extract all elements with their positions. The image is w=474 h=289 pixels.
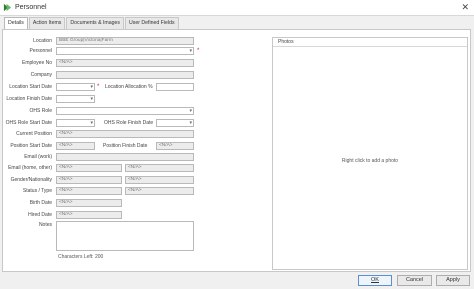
ok-button-label: OK bbox=[371, 277, 379, 283]
notes-label: Notes bbox=[38, 222, 52, 228]
hired-date-label: Hired Date bbox=[28, 212, 52, 218]
current-position-field[interactable]: <N/A> bbox=[56, 130, 194, 138]
location-allocation-field[interactable] bbox=[156, 83, 194, 91]
photos-header: Photos bbox=[273, 38, 467, 47]
email-other-field[interactable]: <N/A> bbox=[125, 164, 194, 172]
location-start-date-label: Location Start Date bbox=[9, 84, 52, 90]
personnel-label: Personnel bbox=[29, 48, 52, 54]
type-field[interactable]: <N/A> bbox=[125, 187, 194, 195]
location-finish-date-label: Location Finish Date bbox=[6, 96, 52, 102]
personnel-select[interactable]: ▾ bbox=[56, 47, 194, 55]
cancel-button[interactable]: Cancel bbox=[397, 275, 432, 286]
birth-date-field[interactable]: <N/A> bbox=[56, 199, 122, 207]
chevron-down-icon: ▾ bbox=[90, 84, 93, 90]
photos-panel[interactable]: Photos Right click to add a photo bbox=[272, 37, 468, 270]
characters-left-text: Characters Left: 200 bbox=[58, 254, 104, 260]
ohs-role-label: OHS Role bbox=[29, 108, 52, 114]
employee-no-field[interactable]: <N/A> bbox=[56, 59, 194, 67]
gender-nationality-label: Gender/Nationality bbox=[10, 177, 52, 183]
app-logo-icon bbox=[3, 3, 12, 12]
tab-strip: Details Action Items Documents & Images … bbox=[4, 17, 180, 30]
location-field[interactable]: BBE Group|Victoria|Farm bbox=[56, 37, 194, 45]
employee-no-label: Employee No bbox=[21, 60, 52, 66]
email-work-field[interactable] bbox=[56, 153, 194, 161]
ohs-role-finish-date-picker[interactable]: ▾ bbox=[156, 119, 194, 127]
position-finish-date-field[interactable]: <N/A> bbox=[156, 142, 194, 150]
email-home-label: Email (home, other) bbox=[8, 165, 52, 171]
apply-button[interactable]: Apply bbox=[436, 275, 470, 286]
required-marker: * bbox=[97, 84, 100, 90]
position-start-date-label: Position Start Date bbox=[10, 143, 52, 149]
chevron-down-icon: ▾ bbox=[189, 120, 192, 126]
email-home-field[interactable]: <N/A> bbox=[56, 164, 122, 172]
required-marker: * bbox=[197, 48, 200, 54]
gender-field[interactable]: <N/A> bbox=[56, 176, 122, 184]
window-title: Personnel bbox=[15, 4, 47, 11]
tab-documents-images[interactable]: Documents & Images bbox=[66, 17, 124, 29]
chevron-down-icon: ▾ bbox=[189, 108, 192, 114]
notes-textarea[interactable] bbox=[56, 221, 194, 251]
email-work-label: Email (work) bbox=[24, 154, 52, 160]
hired-date-field[interactable]: <N/A> bbox=[56, 211, 122, 219]
tab-action-items[interactable]: Action Items bbox=[28, 17, 66, 29]
tab-user-defined-fields[interactable]: User Defined Fields bbox=[125, 17, 179, 29]
location-finish-date-picker[interactable]: ▾ bbox=[56, 95, 95, 103]
position-finish-date-label: Position Finish Date bbox=[103, 143, 148, 149]
title-bar: Personnel ✕ bbox=[0, 0, 474, 16]
company-field[interactable] bbox=[56, 71, 194, 79]
ohs-role-start-date-picker[interactable]: ▾ bbox=[56, 119, 95, 127]
ohs-role-finish-date-label: OHS Role Finish Date bbox=[104, 120, 154, 126]
location-start-date-picker[interactable]: ▾ bbox=[56, 83, 95, 91]
status-field[interactable]: <N/A> bbox=[56, 187, 122, 195]
close-icon[interactable]: ✕ bbox=[461, 2, 469, 12]
status-type-label: Status / Type bbox=[22, 188, 52, 194]
chevron-down-icon: ▾ bbox=[90, 96, 93, 102]
company-label: Company bbox=[30, 72, 52, 78]
location-label: Location bbox=[33, 38, 52, 44]
ohs-role-start-date-label: OHS Role Start Date bbox=[5, 120, 52, 126]
birth-date-label: Birth Date bbox=[29, 200, 52, 206]
location-allocation-label: Location Allocation % bbox=[105, 84, 153, 90]
chevron-down-icon: ▾ bbox=[189, 48, 192, 54]
nationality-field[interactable]: <N/A> bbox=[125, 176, 194, 184]
chevron-down-icon: ▾ bbox=[90, 120, 93, 126]
position-start-date-field[interactable]: <N/A> bbox=[56, 142, 95, 150]
ok-button[interactable]: OK bbox=[358, 275, 392, 286]
add-photo-hint: Right click to add a photo bbox=[341, 158, 399, 164]
ohs-role-select[interactable]: ▾ bbox=[56, 107, 194, 115]
current-position-label: Current Position bbox=[16, 131, 52, 137]
